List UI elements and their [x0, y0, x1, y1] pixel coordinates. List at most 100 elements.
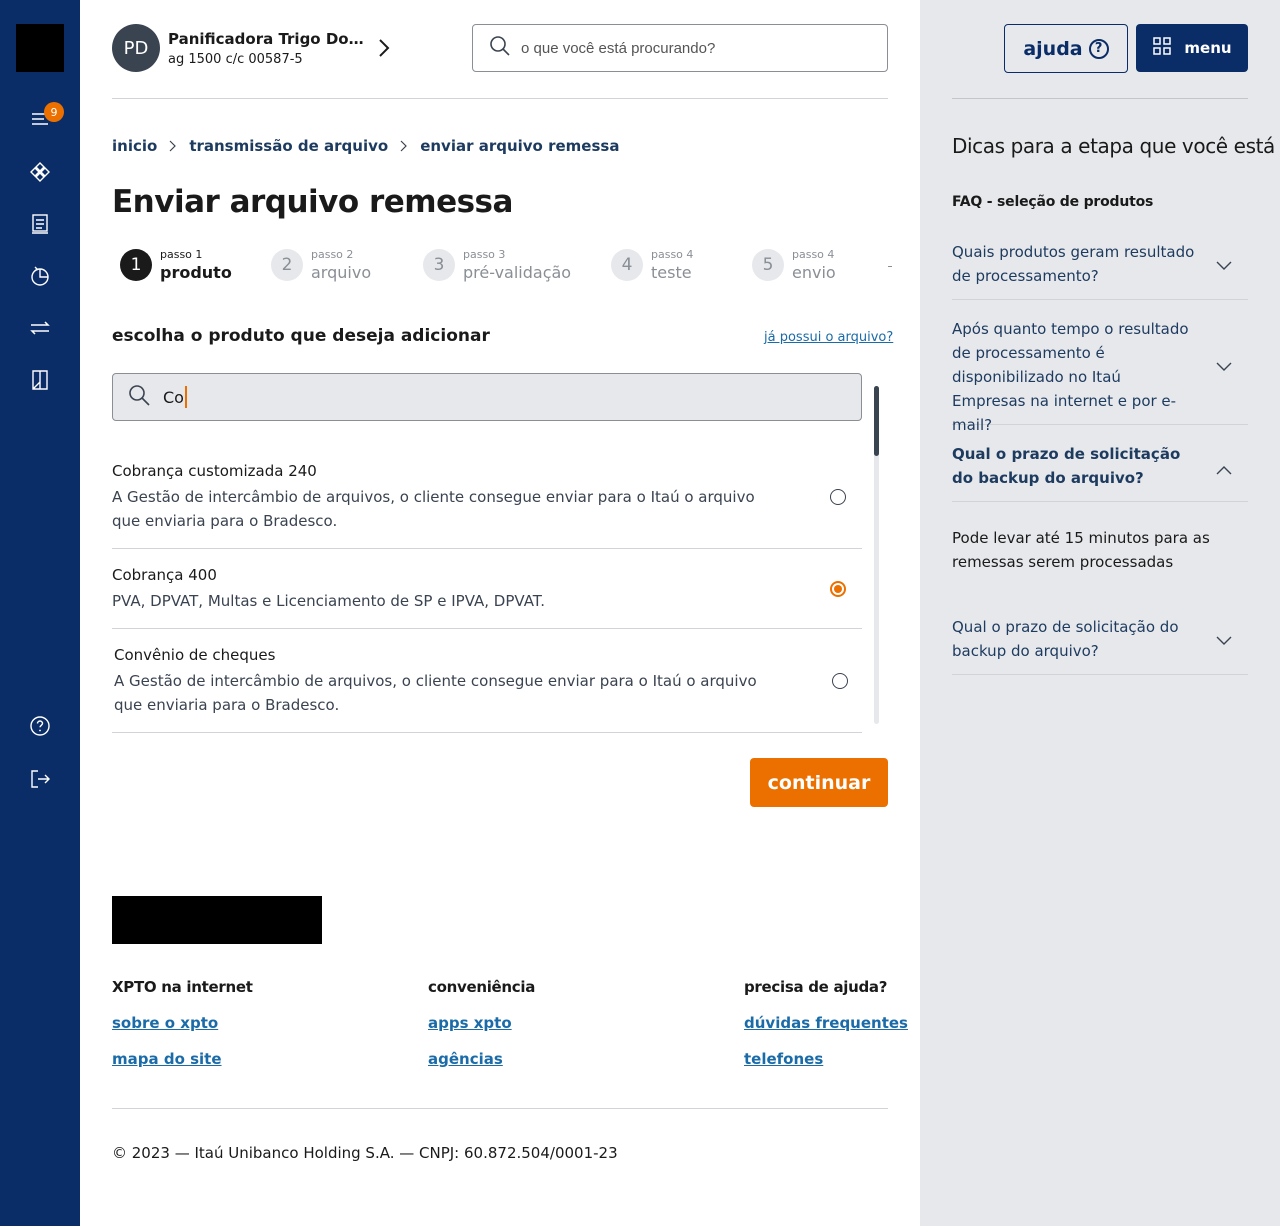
- logout-icon[interactable]: [24, 763, 56, 795]
- product-option-cobranca-400[interactable]: Cobrança 400 PVA, DPVAT, Multas e Licenc…: [112, 566, 862, 629]
- chevron-right-icon[interactable]: [376, 38, 392, 62]
- transfer-icon[interactable]: [24, 312, 56, 344]
- faq-item[interactable]: Após quanto tempo o resultado de process…: [952, 317, 1248, 434]
- product-description: A Gestão de intercâmbio de arquivos, o c…: [114, 672, 757, 714]
- breadcrumb-current: enviar arquivo remessa: [420, 137, 620, 155]
- help-panel: ajuda ? menu Dicas para a etapa que você…: [920, 0, 1280, 1226]
- help-icon[interactable]: [24, 710, 56, 742]
- product-title: Convênio de cheques: [114, 646, 276, 664]
- faq-item[interactable]: Qual o prazo de solicitação do backup do…: [952, 615, 1248, 675]
- product-radio-selected[interactable]: [830, 581, 846, 597]
- footer-column-internet: XPTO na internet sobre o xpto mapa do si…: [112, 978, 253, 1068]
- chevron-up-icon: [1216, 460, 1232, 479]
- left-rail: 9: [0, 0, 80, 1226]
- step-number: 1: [120, 249, 152, 281]
- footer-link-about[interactable]: sobre o xpto: [112, 1014, 253, 1032]
- tips-title: Dicas para a etapa que você está: [952, 134, 1275, 158]
- product-radio[interactable]: [832, 673, 848, 689]
- faq-question: Qual o prazo de solicitação do backup do…: [952, 445, 1181, 487]
- footer-link-sitemap[interactable]: mapa do site: [112, 1050, 253, 1068]
- step-caption: passo 3: [463, 248, 506, 261]
- investments-icon[interactable]: [24, 260, 56, 292]
- avatar: PD: [112, 24, 160, 72]
- product-radio[interactable]: [830, 489, 846, 505]
- text-caret: [184, 386, 187, 408]
- documents-icon[interactable]: [24, 364, 56, 396]
- faq-title: FAQ - seleção de produtos: [952, 194, 1154, 210]
- account-details: ag 1500 c/c 00587-5: [168, 51, 303, 67]
- product-search-input[interactable]: Co: [112, 373, 862, 421]
- faq-question: Após quanto tempo o resultado de process…: [952, 320, 1189, 434]
- step-caption: passo 2: [311, 248, 354, 261]
- account-selector[interactable]: PD Panificadora Trigo Dourado ag 1500 c/…: [112, 24, 364, 72]
- footer-link-branches[interactable]: agências: [428, 1050, 535, 1068]
- footer-column-help: precisa de ajuda? dúvidas frequentes tel…: [744, 978, 908, 1068]
- step-number: 4: [611, 249, 643, 281]
- account-name: Panificadora Trigo Dourado: [168, 29, 364, 48]
- chevron-right-icon: [169, 140, 177, 152]
- footer-link-phones[interactable]: telefones: [744, 1050, 908, 1068]
- footer-logo: [112, 896, 322, 944]
- pix-icon[interactable]: [24, 156, 56, 188]
- product-title: Cobrança customizada 240: [112, 462, 317, 480]
- product-title: Cobrança 400: [112, 566, 217, 584]
- step-number: 5: [752, 249, 784, 281]
- question-circle-icon: ?: [1088, 38, 1109, 59]
- footer-link-faq[interactable]: dúvidas frequentes: [744, 1014, 908, 1032]
- step-caption: passo 1: [160, 248, 203, 261]
- step-product: 1 passo 1 produto: [120, 248, 232, 282]
- main-content: PD Panificadora Trigo Dourado ag 1500 c/…: [80, 0, 920, 1226]
- product-option-convenio-de-cheques[interactable]: Convênio de cheques A Gestão de intercâm…: [112, 646, 862, 733]
- step-pre-validation: 3 passo 3 pré-validação: [423, 248, 571, 282]
- product-heading: escolha o produto que deseja adicionar: [112, 326, 490, 346]
- footer-heading: precisa de ajuda?: [744, 978, 888, 996]
- page-title: Enviar arquivo remessa: [112, 184, 513, 220]
- step-label: arquivo: [311, 263, 372, 282]
- menu-button[interactable]: menu: [1136, 24, 1248, 72]
- search-icon: [127, 383, 151, 411]
- step-label: pré-validação: [463, 263, 572, 282]
- breadcrumb-file-transmission[interactable]: transmissão de arquivo: [189, 137, 388, 155]
- stepper-overflow-indicator: [888, 266, 892, 267]
- brand-logo[interactable]: [16, 24, 64, 72]
- step-send: 5 passo 4 envio: [752, 248, 836, 282]
- step-label: teste: [651, 263, 692, 282]
- have-file-link[interactable]: já possui o arquivo?: [764, 330, 893, 345]
- chevron-right-icon: [400, 140, 408, 152]
- breadcrumb: inicio transmissão de arquivo enviar arq…: [112, 137, 619, 155]
- chevron-down-icon: [1216, 256, 1232, 275]
- product-option-cobranca-customizada-240[interactable]: Cobrança customizada 240 A Gestão de int…: [112, 462, 862, 549]
- step-file: 2 passo 2 arquivo: [271, 248, 371, 282]
- chevron-down-icon: [1216, 631, 1232, 650]
- step-label: envio: [792, 263, 836, 282]
- footer-column-convenience: conveniência apps xpto agências: [428, 978, 535, 1068]
- stepper: 1 passo 1 produto 2 passo 2 arquivo 3 pass…: [120, 248, 900, 292]
- step-number: 2: [271, 249, 303, 281]
- step-number: 3: [423, 249, 455, 281]
- step-test: 4 passo 4 teste: [611, 248, 693, 282]
- faq-question: Quais produtos geram resultado de proces…: [952, 243, 1195, 285]
- product-search-value: Co: [163, 387, 184, 407]
- menu-button-label: menu: [1184, 39, 1232, 57]
- footer-link-apps[interactable]: apps xpto: [428, 1014, 535, 1032]
- continue-button[interactable]: continuar: [750, 758, 888, 807]
- faq-item[interactable]: Quais produtos geram resultado de proces…: [952, 240, 1248, 300]
- global-search[interactable]: [472, 24, 888, 72]
- help-button[interactable]: ajuda ?: [1004, 24, 1128, 73]
- product-list-scrollbar-thumb[interactable]: [874, 386, 879, 456]
- faq-question: Qual o prazo de solicitação do backup do…: [952, 618, 1179, 660]
- search-icon: [489, 35, 511, 61]
- grid-icon: [1152, 36, 1172, 60]
- faq-item-expanded[interactable]: Qual o prazo de solicitação do backup do…: [952, 442, 1248, 502]
- global-search-input[interactable]: [521, 39, 861, 57]
- faq-answer: Pode levar até 15 minutos para as remess…: [952, 529, 1210, 571]
- breadcrumb-home[interactable]: inicio: [112, 137, 157, 155]
- help-button-label: ajuda: [1023, 37, 1083, 60]
- product-description: A Gestão de intercâmbio de arquivos, o c…: [112, 488, 755, 530]
- product-description: PVA, DPVAT, Multas e Licenciamento de SP…: [112, 592, 545, 610]
- step-caption: passo 4: [651, 248, 694, 261]
- statement-icon[interactable]: [24, 208, 56, 240]
- footer-heading: XPTO na internet: [112, 978, 253, 996]
- copyright: © 2023 — Itaú Unibanco Holding S.A. — CN…: [112, 1144, 618, 1162]
- chevron-down-icon: [1216, 357, 1232, 376]
